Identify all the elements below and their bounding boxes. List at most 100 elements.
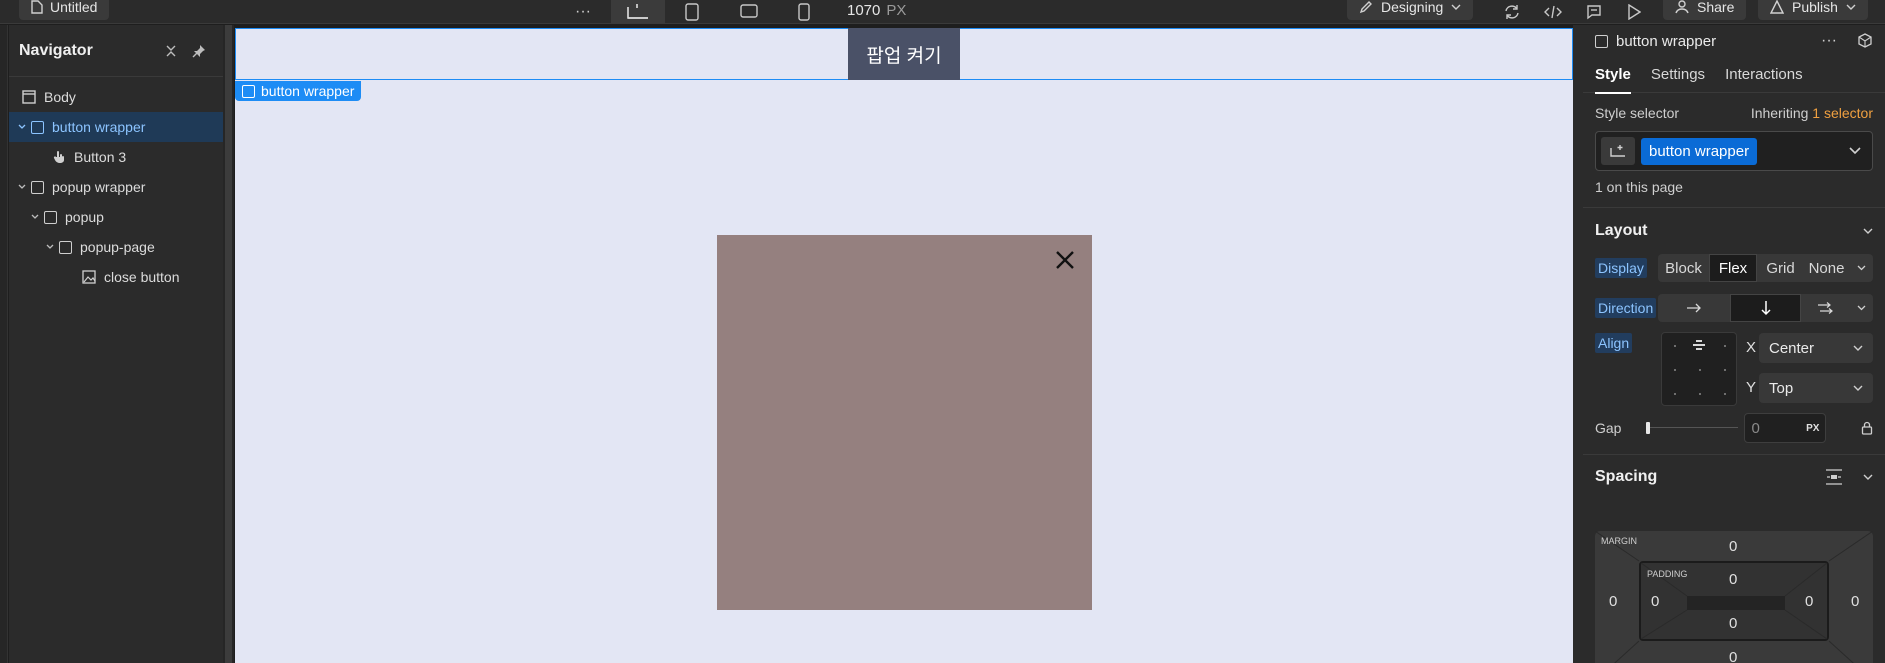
display-option-grid[interactable]: Grid <box>1757 254 1804 282</box>
padding-bottom-value[interactable]: 0 <box>1729 615 1737 632</box>
margin-right-value[interactable]: 0 <box>1851 593 1859 610</box>
mode-selector-button[interactable]: Designing <box>1347 0 1474 20</box>
tablet-breakpoint-icon[interactable] <box>680 0 704 24</box>
popup-page-box[interactable] <box>717 235 1092 610</box>
align-x-select[interactable]: Center <box>1759 333 1873 363</box>
selector-chip[interactable]: button wrapper <box>1641 137 1758 165</box>
nav-item-close-button[interactable]: close button <box>9 262 223 292</box>
layout-title: Layout <box>1595 222 1648 239</box>
chevron-down-icon[interactable] <box>15 184 29 190</box>
chevron-down-icon[interactable] <box>28 214 42 220</box>
display-option-flex[interactable]: Flex <box>1709 254 1757 282</box>
chevron-down-icon <box>1846 3 1856 11</box>
nav-item-label: popup <box>65 209 104 225</box>
publish-icon <box>1770 0 1784 14</box>
tab-style[interactable]: Style <box>1595 57 1631 94</box>
chevron-down-icon[interactable] <box>1849 254 1873 282</box>
spacing-mode-icon[interactable] <box>1825 469 1843 485</box>
comment-icon[interactable] <box>1582 0 1606 24</box>
padding-left-value[interactable]: 0 <box>1651 593 1659 610</box>
close-icon[interactable] <box>1054 249 1076 271</box>
tab-interactions[interactable]: Interactions <box>1725 57 1803 93</box>
component-icon[interactable] <box>1857 33 1873 49</box>
align-top-center-icon[interactable] <box>1692 339 1706 351</box>
tab-settings[interactable]: Settings <box>1651 57 1705 93</box>
collapse-all-icon[interactable] <box>157 37 185 65</box>
navigator-panel: Navigator Body button wrapper Button 3 p… <box>9 25 223 663</box>
arrow-right-icon[interactable] <box>1658 294 1730 322</box>
div-block-icon <box>29 179 45 195</box>
nav-item-popup[interactable]: popup <box>9 202 223 232</box>
nav-item-popup-wrapper[interactable]: popup wrapper <box>9 172 223 202</box>
more-options-icon[interactable]: ··· <box>1821 32 1837 50</box>
share-button[interactable]: Share <box>1663 0 1747 20</box>
chevron-down-icon[interactable] <box>1849 294 1873 322</box>
desktop-breakpoint-icon[interactable] <box>611 0 665 24</box>
display-option-none[interactable]: None <box>1804 254 1849 282</box>
navigator-tree: Body button wrapper Button 3 popup wrapp… <box>9 77 223 292</box>
add-class-icon[interactable] <box>1601 137 1635 165</box>
chevron-down-icon[interactable] <box>1863 228 1873 234</box>
arrow-down-icon[interactable] <box>1730 294 1801 322</box>
selection-label-tag[interactable]: button wrapper <box>235 81 362 101</box>
inheriting-count: 1 selector <box>1812 105 1873 121</box>
nav-item-popup-page[interactable]: popup-page <box>9 232 223 262</box>
design-canvas[interactable]: 팝업 켜기 button wrapper <box>235 28 1573 663</box>
more-options-icon[interactable]: ··· <box>572 0 594 24</box>
mobile-portrait-breakpoint-icon[interactable] <box>792 0 816 24</box>
share-label: Share <box>1697 0 1735 15</box>
inheriting-info[interactable]: Inheriting 1 selector <box>1751 105 1873 121</box>
lock-icon[interactable] <box>1861 421 1873 435</box>
nav-item-body[interactable]: Body <box>9 82 223 112</box>
preview-play-icon[interactable] <box>1622 0 1646 24</box>
chevron-down-icon[interactable] <box>15 124 29 130</box>
content-box <box>1687 596 1785 610</box>
mobile-landscape-breakpoint-icon[interactable] <box>737 0 761 24</box>
align-x-value: Center <box>1769 339 1815 357</box>
body-icon <box>21 89 37 105</box>
padding-top-value[interactable]: 0 <box>1729 571 1737 588</box>
nav-item-button-wrapper[interactable]: button wrapper <box>9 112 223 142</box>
chevron-down-icon[interactable] <box>1863 474 1873 480</box>
nav-item-label: Button 3 <box>74 149 127 165</box>
gap-slider-handle[interactable] <box>1646 422 1651 434</box>
nav-item-label: popup wrapper <box>52 179 146 195</box>
chevron-down-icon <box>1853 345 1863 351</box>
pin-icon[interactable] <box>185 37 213 65</box>
align-y-select[interactable]: Top <box>1759 373 1873 403</box>
page-name: Untitled <box>50 0 98 15</box>
gap-unit[interactable]: PX <box>1806 423 1819 434</box>
chevron-down-icon[interactable] <box>1849 147 1861 155</box>
div-block-icon <box>242 84 255 98</box>
page-icon <box>31 0 43 14</box>
align-row: Align X Center Y Top <box>1583 332 1885 416</box>
div-block-icon <box>1595 34 1608 48</box>
page-selector-button[interactable]: Untitled <box>19 0 110 20</box>
gap-slider[interactable] <box>1646 421 1739 435</box>
chevron-down-icon[interactable] <box>43 244 57 250</box>
margin-top-value[interactable]: 0 <box>1729 538 1737 555</box>
padding-right-value[interactable]: 0 <box>1805 593 1813 610</box>
alignment-grid[interactable] <box>1661 332 1737 406</box>
panel-tabs: Style Settings Interactions <box>1583 57 1885 94</box>
sync-icon[interactable] <box>1500 0 1524 24</box>
image-icon <box>81 269 97 285</box>
code-icon[interactable] <box>1541 0 1565 24</box>
margin-bottom-value[interactable]: 0 <box>1729 649 1737 663</box>
canvas-right-gutter <box>1573 25 1583 663</box>
align-y-value: Top <box>1769 379 1794 397</box>
spacing-section-header[interactable]: Spacing <box>1583 455 1885 499</box>
gap-input[interactable]: 0 PX <box>1744 413 1827 443</box>
publish-button[interactable]: Publish <box>1758 0 1868 20</box>
nav-item-label: close button <box>104 269 180 285</box>
selection-label-text: button wrapper <box>261 83 355 99</box>
wrap-direction-icon[interactable] <box>1801 294 1849 322</box>
navigator-scrollbar[interactable] <box>223 25 234 663</box>
display-option-block[interactable]: Block <box>1658 254 1709 282</box>
layout-section-header[interactable]: Layout <box>1583 208 1885 254</box>
style-selector-field[interactable]: button wrapper <box>1595 131 1873 171</box>
popup-open-button[interactable]: 팝업 켜기 <box>848 28 960 80</box>
margin-left-value[interactable]: 0 <box>1609 593 1617 610</box>
style-selector-label: Style selector <box>1595 105 1680 121</box>
nav-item-button-3[interactable]: Button 3 <box>9 142 223 172</box>
